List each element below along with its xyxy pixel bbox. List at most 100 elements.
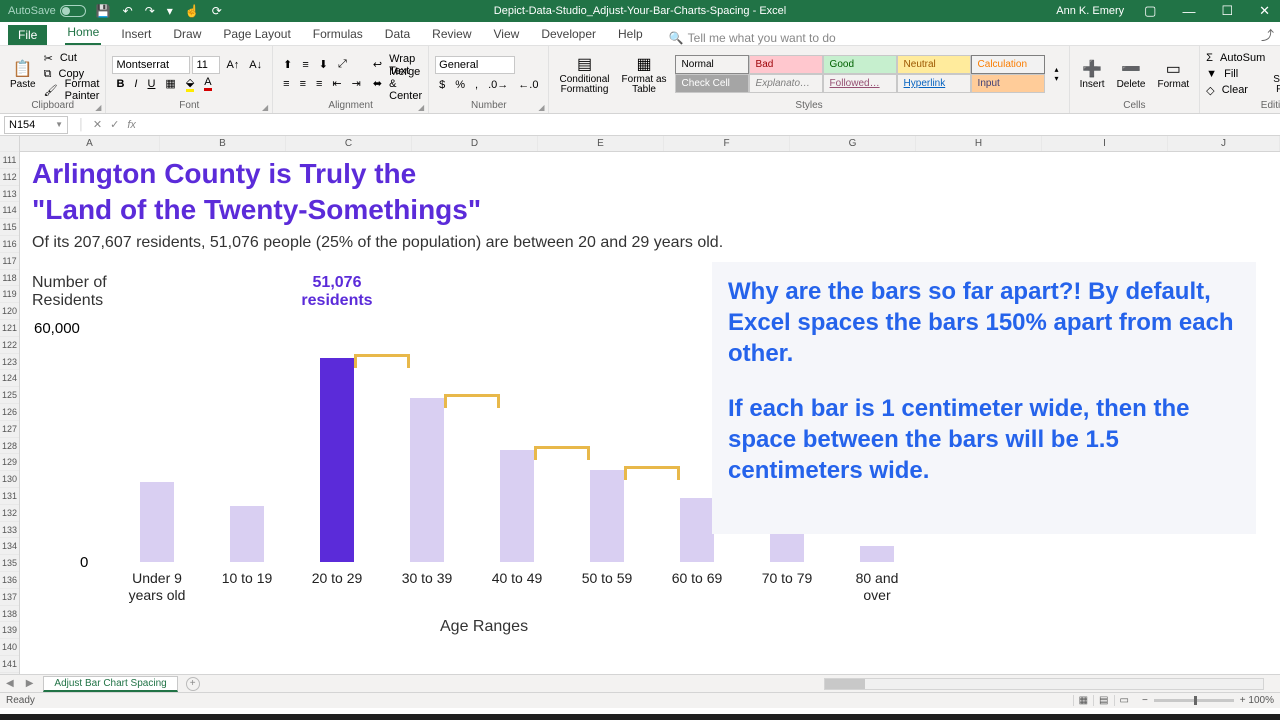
style-good[interactable]: Good	[823, 55, 897, 74]
tab-data[interactable]: Data	[383, 24, 412, 45]
row-header[interactable]: 111	[0, 152, 19, 169]
row-header[interactable]: 140	[0, 639, 19, 656]
font-name-select[interactable]: Montserrat	[112, 56, 190, 74]
decrease-font-icon[interactable]: A↓	[245, 57, 266, 73]
style-explanatory[interactable]: Explanato…	[749, 74, 823, 93]
row-header[interactable]: 123	[0, 354, 19, 371]
row-header[interactable]: 135	[0, 555, 19, 572]
row-header[interactable]: 113	[0, 186, 19, 203]
align-top-icon[interactable]: ⬆	[279, 56, 296, 73]
font-size-select[interactable]: 11	[192, 56, 220, 74]
orientation-icon[interactable]: ⤢	[334, 56, 351, 73]
zoom-control[interactable]: − + 100%	[1142, 695, 1274, 706]
conditional-formatting-button[interactable]: ▤Conditional Formatting	[555, 52, 613, 97]
dialog-launcher-icon[interactable]: ◢	[538, 103, 544, 112]
format-as-table-button[interactable]: ▦Format as Table	[618, 52, 671, 97]
chart-bar[interactable]	[500, 450, 534, 562]
styles-more-icon[interactable]: ▴▾	[1051, 63, 1063, 85]
dialog-launcher-icon[interactable]: ◢	[418, 103, 424, 112]
chart-bar[interactable]	[410, 398, 444, 562]
tab-file[interactable]: File	[8, 25, 47, 45]
row-header[interactable]: 136	[0, 572, 19, 589]
column-header[interactable]: G	[790, 136, 916, 151]
dialog-launcher-icon[interactable]: ◢	[262, 103, 268, 112]
cut-button[interactable]: ✂ Cut	[44, 50, 100, 66]
maximize-icon[interactable]: ☐	[1215, 3, 1239, 19]
zoom-slider[interactable]	[1154, 699, 1234, 702]
explanation-textbox[interactable]: Why are the bars so far apart?! By defau…	[712, 262, 1256, 534]
fill-button[interactable]: ▼ Fill	[1206, 66, 1265, 82]
style-normal[interactable]: Normal	[675, 55, 749, 74]
sort-filter-button[interactable]: ⇅Sort & Filter	[1269, 52, 1280, 97]
row-header[interactable]: 130	[0, 471, 19, 488]
align-center-icon[interactable]: ≡	[296, 76, 310, 92]
chart-bar[interactable]	[860, 546, 894, 562]
toggle-off-icon[interactable]	[60, 5, 86, 17]
share-button[interactable]: ⤴	[1261, 25, 1274, 44]
fx-icon[interactable]: fx	[127, 119, 136, 131]
row-header[interactable]: 132	[0, 505, 19, 522]
bold-button[interactable]: B	[112, 76, 128, 92]
column-header[interactable]: I	[1042, 136, 1168, 151]
increase-decimal-icon[interactable]: .0→	[484, 77, 512, 93]
name-box[interactable]: N154▼	[4, 116, 68, 134]
row-header[interactable]: 124	[0, 370, 19, 387]
tab-home[interactable]: Home	[65, 22, 101, 45]
decrease-decimal-icon[interactable]: ←.0	[514, 77, 542, 93]
close-icon[interactable]: ✕	[1253, 3, 1276, 19]
decrease-indent-icon[interactable]: ⇤	[328, 75, 345, 92]
tab-draw[interactable]: Draw	[171, 24, 203, 45]
column-header[interactable]: D	[412, 136, 538, 151]
minimize-icon[interactable]: —	[1176, 4, 1201, 19]
insert-cells-button[interactable]: ➕Insert	[1076, 57, 1109, 92]
chart-bar[interactable]	[140, 482, 174, 562]
row-header[interactable]: 128	[0, 438, 19, 455]
row-header[interactable]: 121	[0, 320, 19, 337]
autosum-button[interactable]: Σ AutoSum	[1206, 50, 1265, 66]
tab-insert[interactable]: Insert	[119, 24, 153, 45]
add-sheet-button[interactable]: +	[186, 677, 200, 691]
autosave-toggle[interactable]: AutoSave	[8, 5, 86, 17]
view-switcher[interactable]: ▦▤▭	[1073, 695, 1134, 706]
style-check-cell[interactable]: Check Cell	[675, 74, 749, 93]
currency-icon[interactable]: $	[435, 77, 449, 93]
tab-review[interactable]: Review	[430, 24, 473, 45]
save-icon[interactable]: 💾	[96, 4, 111, 18]
increase-font-icon[interactable]: A↑	[222, 57, 243, 73]
row-header[interactable]: 125	[0, 387, 19, 404]
row-header[interactable]: 119	[0, 286, 19, 303]
chart-bar[interactable]	[680, 498, 714, 562]
chart-bar[interactable]	[770, 534, 804, 562]
tab-nav-prev-icon[interactable]: ◀	[0, 678, 20, 689]
tab-developer[interactable]: Developer	[539, 24, 598, 45]
row-header[interactable]: 137	[0, 589, 19, 606]
tell-me-search[interactable]: 🔍 Tell me what you want to do	[669, 31, 836, 45]
chart-bar[interactable]	[230, 506, 264, 562]
align-middle-icon[interactable]: ≡	[298, 57, 312, 73]
tab-nav-next-icon[interactable]: ▶	[20, 678, 40, 689]
font-color-button[interactable]: A	[200, 74, 215, 93]
style-followed[interactable]: Followed…	[823, 74, 897, 93]
column-header[interactable]: J	[1168, 136, 1280, 151]
border-button[interactable]: ▦	[161, 75, 179, 92]
row-header[interactable]: 139	[0, 622, 19, 639]
touch-mode-icon[interactable]: ☝	[185, 4, 200, 18]
qat-refresh-icon[interactable]: ⟳	[212, 4, 222, 18]
column-header[interactable]: H	[916, 136, 1042, 151]
tab-view[interactable]: View	[492, 24, 522, 45]
column-headers[interactable]: ABCDEFGHIJ	[20, 136, 1280, 152]
redo-icon[interactable]: ↷	[145, 4, 155, 18]
sheet-tab-active[interactable]: Adjust Bar Chart Spacing	[43, 676, 177, 692]
row-header[interactable]: 129	[0, 454, 19, 471]
tab-help[interactable]: Help	[616, 24, 645, 45]
merge-center-button[interactable]: ⬌ Merge & Center	[373, 76, 422, 92]
format-cells-button[interactable]: ▭Format	[1153, 57, 1193, 92]
increase-indent-icon[interactable]: ⇥	[348, 75, 365, 92]
ribbon-display-icon[interactable]: ▢	[1138, 3, 1162, 19]
zoom-out-icon[interactable]: −	[1142, 695, 1148, 706]
percent-icon[interactable]: %	[451, 77, 469, 93]
row-header[interactable]: 118	[0, 270, 19, 287]
cancel-formula-icon[interactable]: ✕	[93, 118, 102, 131]
enter-formula-icon[interactable]: ✓	[110, 118, 119, 131]
paste-button[interactable]: 📋Paste	[6, 57, 40, 92]
